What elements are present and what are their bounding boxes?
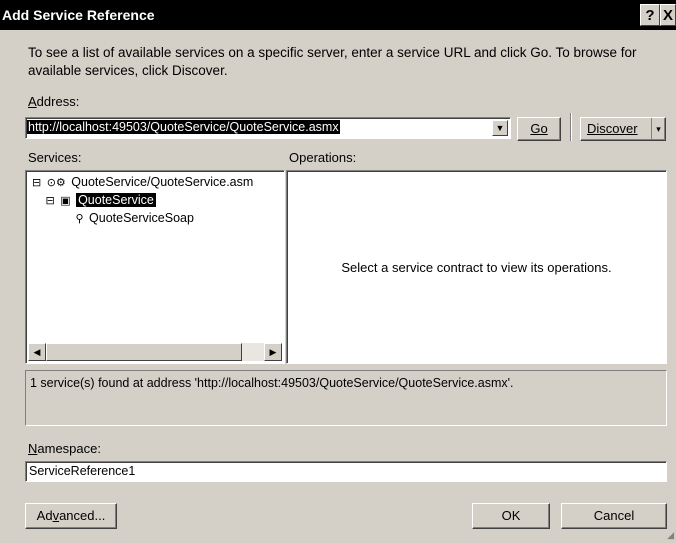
operations-panel: Select a service contract to view its op…	[286, 170, 667, 364]
scrollbar-thumb[interactable]	[46, 343, 242, 361]
namespace-label-text: amespace:	[37, 441, 101, 456]
services-horizontal-scrollbar[interactable]: ◀ ▶	[28, 343, 282, 361]
resize-grip-icon[interactable]: ◢	[667, 530, 674, 541]
advanced-button[interactable]: Advanced...	[25, 503, 117, 529]
window-title: Add Service Reference	[2, 7, 155, 23]
instructions-text: To see a list of available services on a…	[28, 45, 637, 78]
operations-empty-message: Select a service contract to view its op…	[341, 260, 612, 275]
tree-node-label: QuoteService/QuoteService.asm	[71, 175, 254, 189]
services-tree[interactable]: ⊟ ⊙⚙ QuoteService/QuoteService.asm ⊟ ▣ Q…	[25, 170, 285, 364]
scroll-left-icon[interactable]: ◀	[28, 343, 46, 361]
tree-node-quoteservicesoap[interactable]: ⚲ QuoteServiceSoap	[32, 211, 194, 225]
address-label-text: ddress:	[36, 94, 80, 109]
service-class-icon: ▣	[60, 195, 71, 207]
cancel-button[interactable]: Cancel	[561, 503, 667, 529]
go-button[interactable]: Go	[517, 117, 561, 141]
toolbar-separator	[570, 113, 572, 141]
service-globe-icon: ⊙⚙	[46, 177, 66, 189]
title-bar: Add Service Reference ? X	[0, 0, 676, 30]
close-button[interactable]: X	[660, 4, 676, 26]
ok-button[interactable]: OK	[472, 503, 550, 529]
services-label: Services:	[28, 150, 82, 165]
status-message: 1 service(s) found at address 'http://lo…	[30, 376, 514, 390]
collapse-icon[interactable]: ⊟	[45, 194, 54, 207]
collapse-icon[interactable]: ⊟	[32, 176, 41, 189]
address-combobox[interactable]: http://localhost:49503/QuoteService/Quot…	[25, 117, 511, 139]
discover-button[interactable]: Discover ▾	[580, 117, 666, 141]
namespace-input[interactable]: ServiceReference1	[25, 461, 667, 482]
namespace-value: ServiceReference1	[29, 464, 136, 478]
tree-node-quoteservice[interactable]: ⊟ ▣ QuoteService	[32, 193, 156, 207]
discover-dropdown-arrow-icon[interactable]: ▾	[651, 118, 665, 140]
advanced-button-label: Advanced...	[36, 508, 106, 523]
address-input[interactable]: http://localhost:49503/QuoteService/Quot…	[27, 120, 340, 134]
address-label: Address:	[28, 94, 80, 109]
help-button[interactable]: ?	[640, 4, 660, 26]
contract-icon: ⚲	[75, 213, 84, 225]
scroll-right-icon[interactable]: ▶	[264, 343, 282, 361]
go-button-label: Go	[530, 121, 548, 136]
operations-label: Operations:	[289, 150, 357, 165]
namespace-label: Namespace:	[28, 441, 101, 456]
discover-button-label: Discover	[587, 121, 638, 136]
tree-node-service-endpoint[interactable]: ⊟ ⊙⚙ QuoteService/QuoteService.asm	[32, 175, 253, 189]
address-dropdown-arrow-icon[interactable]: ▼	[492, 120, 508, 136]
status-area: 1 service(s) found at address 'http://lo…	[25, 370, 667, 426]
tree-node-label: QuoteService	[76, 193, 156, 207]
tree-node-label: QuoteServiceSoap	[89, 211, 194, 225]
